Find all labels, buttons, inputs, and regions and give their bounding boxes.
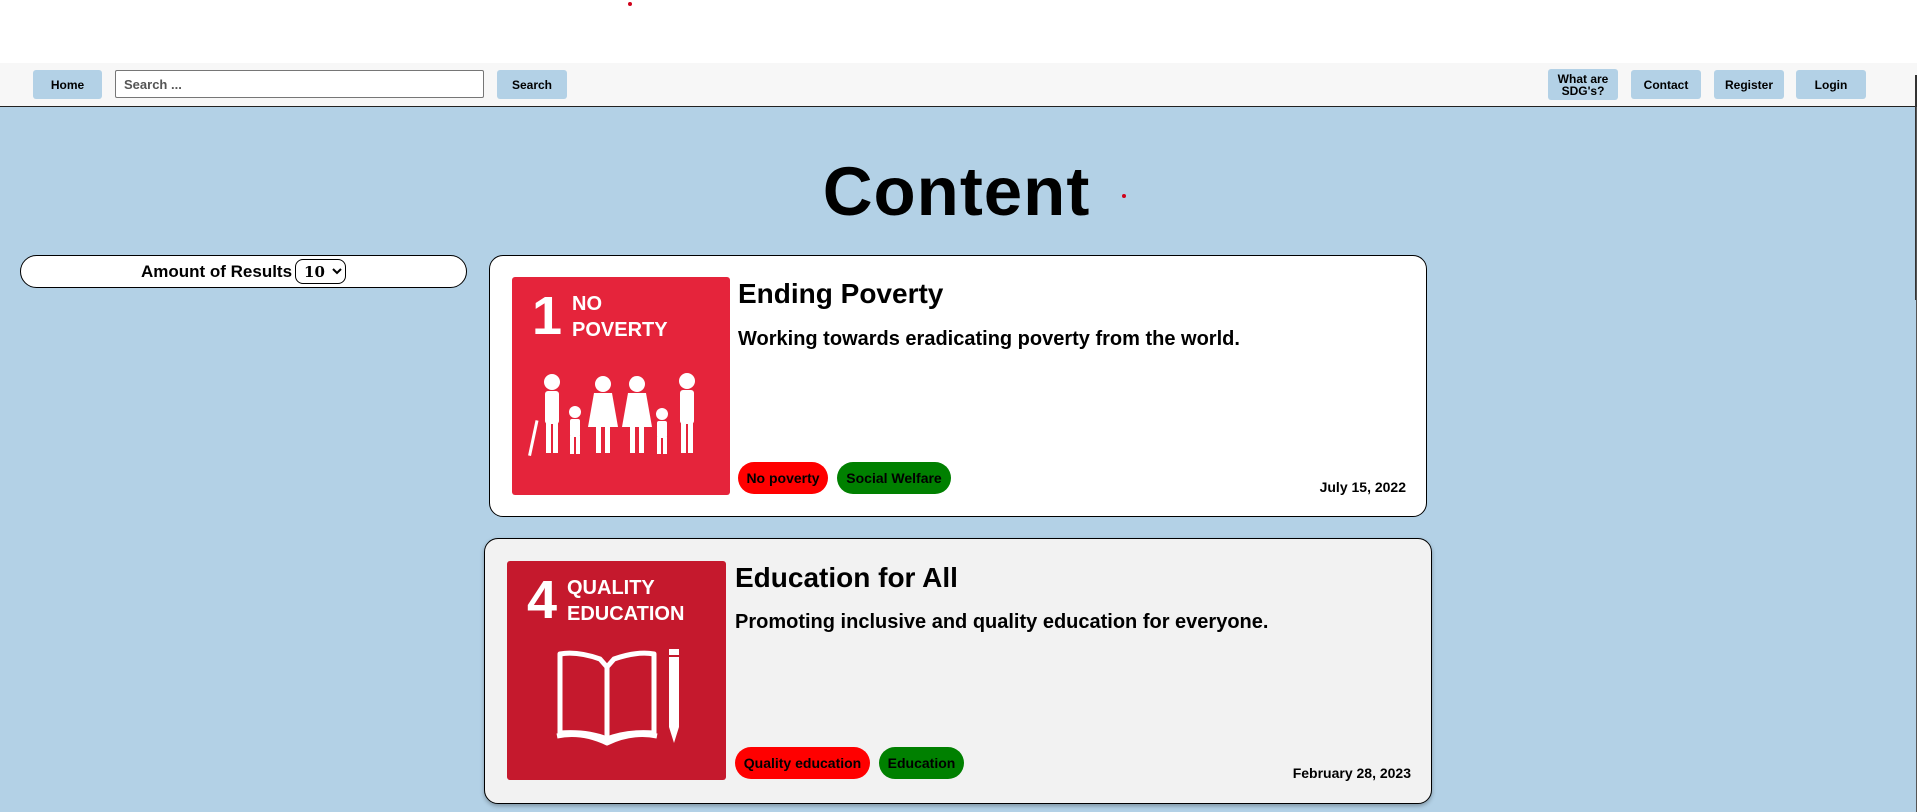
results-filter-label: Amount of Results <box>140 261 293 281</box>
card-date: February 28, 2023 <box>1292 765 1411 781</box>
red-dot-marker <box>628 2 632 6</box>
tag-badge[interactable]: Education <box>879 747 964 779</box>
login-button[interactable]: Login <box>1796 70 1866 99</box>
sdgs-label-line2: SDG's? <box>1561 83 1605 98</box>
what-are-sdgs-button[interactable]: What are SDG's? <box>1548 69 1618 100</box>
card-title[interactable]: Education for All <box>735 562 958 594</box>
results-amount-select[interactable]: 10 <box>295 259 347 284</box>
red-dot-marker-2 <box>1122 194 1126 198</box>
contact-button[interactable]: Contact <box>1631 70 1701 99</box>
tag-badge[interactable]: Quality education <box>735 747 870 779</box>
card-description: Promoting inclusive and quality educatio… <box>735 611 1269 633</box>
card-date: July 15, 2022 <box>1319 479 1406 495</box>
sdg-image: 1 NO POVERTY <box>512 277 730 495</box>
content-card[interactable]: 4 QUALITY EDUCATION Education for All Pr… <box>484 538 1432 804</box>
page-title: Content <box>822 153 1091 230</box>
content-card[interactable]: 1 NO POVERTY Ending Poverty Working towa… <box>489 255 1427 517</box>
search-button[interactable]: Search <box>497 70 567 99</box>
search-input[interactable] <box>115 70 484 98</box>
navbar: Home Search What are SDG's? Contact Regi… <box>0 63 1917 107</box>
top-banner <box>0 0 1917 63</box>
tag-badge[interactable]: No poverty <box>738 462 828 494</box>
card-title[interactable]: Ending Poverty <box>738 278 943 310</box>
tag-badge[interactable]: Social Welfare <box>837 462 951 494</box>
book-pencil-icon <box>556 649 679 746</box>
sdg-image: 4 QUALITY EDUCATION <box>507 561 726 780</box>
results-filter: Amount of Results 10 <box>20 255 467 288</box>
family-icon <box>528 373 695 457</box>
sdgs-label-line1: What are <box>1557 71 1609 86</box>
card-description: Working towards eradicating poverty from… <box>738 328 1240 350</box>
register-button[interactable]: Register <box>1714 70 1784 99</box>
home-button[interactable]: Home <box>33 70 102 99</box>
